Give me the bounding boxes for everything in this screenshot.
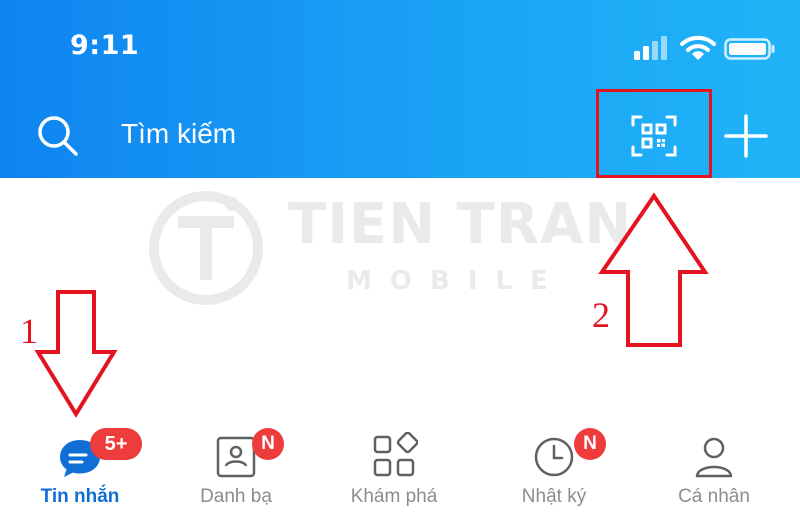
search-placeholder[interactable]: Tìm kiếm bbox=[121, 118, 236, 150]
battery-icon bbox=[724, 38, 775, 60]
tab-discover-label: Khám phá bbox=[350, 486, 438, 507]
plus-icon[interactable] bbox=[722, 112, 770, 160]
tab-diary-label: Nhật ký bbox=[521, 486, 587, 507]
signal-icon bbox=[634, 36, 667, 60]
tab-messages-label: Tin nhắn bbox=[40, 486, 120, 507]
watermark-title: TIEN TRAN bbox=[288, 192, 633, 257]
bottom-tab-bar: 5+ Tin nhắn N Danh bạ Khám phá N Nhật ký bbox=[0, 420, 800, 518]
clock-icon bbox=[534, 437, 574, 477]
tab-contacts-badge: N bbox=[252, 428, 284, 460]
wifi-icon bbox=[680, 35, 716, 60]
watermark-logo-icon bbox=[149, 191, 263, 305]
tab-contacts[interactable]: N Danh bạ bbox=[156, 420, 316, 518]
apps-icon bbox=[373, 432, 418, 477]
tab-discover[interactable]: Khám phá bbox=[314, 420, 474, 518]
person-icon bbox=[695, 437, 733, 478]
down-arrow bbox=[34, 290, 118, 418]
tab-profile[interactable]: Cá nhân bbox=[634, 420, 794, 518]
watermark: TIEN TRAN MOBILE bbox=[148, 188, 631, 306]
status-time: 9:11 bbox=[70, 30, 140, 61]
tab-messages[interactable]: 5+ Tin nhắn bbox=[0, 420, 160, 518]
watermark-subtitle: MOBILE bbox=[346, 266, 566, 296]
annotation-label-1: 1 bbox=[20, 311, 38, 351]
qr-highlight-box bbox=[596, 89, 712, 178]
tab-messages-badge: 5+ bbox=[90, 428, 142, 460]
tab-profile-label: Cá nhân bbox=[678, 486, 750, 507]
tab-diary[interactable]: N Nhật ký bbox=[474, 420, 634, 518]
search-icon[interactable] bbox=[36, 114, 80, 158]
tab-contacts-label: Danh bạ bbox=[200, 486, 272, 507]
annotation-label-2: 2 bbox=[592, 295, 610, 335]
tab-diary-badge: N bbox=[574, 428, 606, 460]
